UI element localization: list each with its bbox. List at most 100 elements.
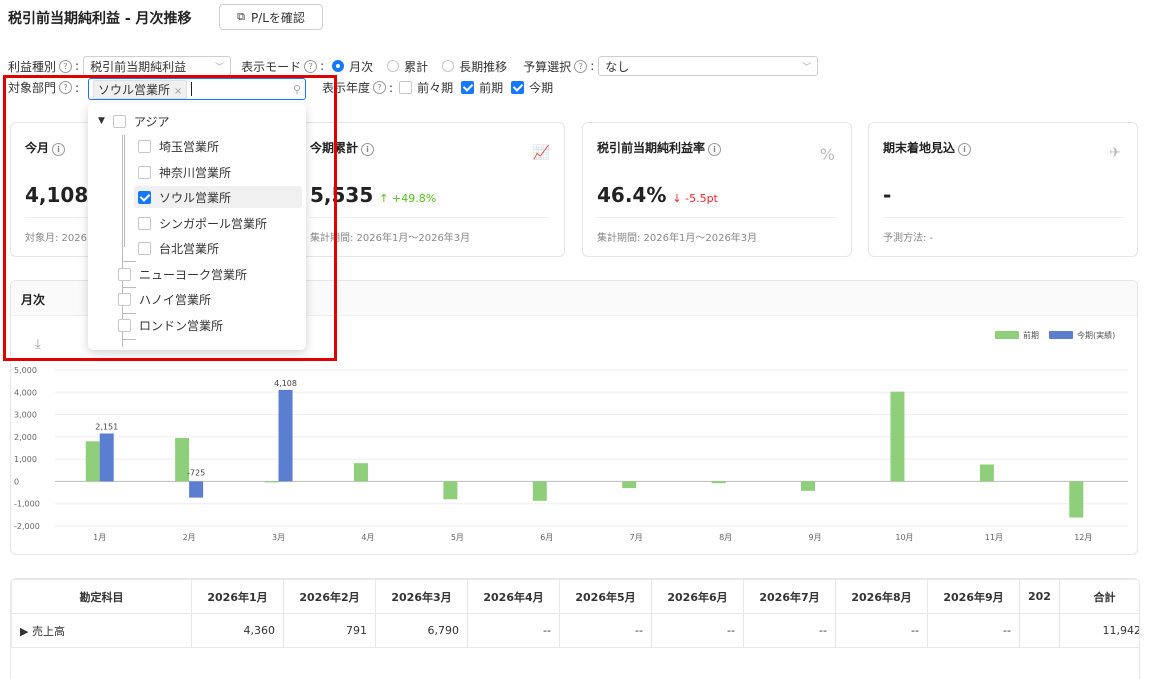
column-header: 2026年1月	[191, 579, 284, 614]
x-tick-label: 5月	[451, 533, 464, 542]
column-header: 202	[1019, 579, 1060, 614]
table-cell: --	[927, 613, 1020, 648]
mode-option-cumulative[interactable]: 累計	[404, 58, 428, 75]
landing-icon: ✈	[1109, 145, 1121, 161]
info-icon[interactable]: i	[361, 143, 375, 156]
card-title: 税引前当期純利益率	[597, 141, 706, 155]
column-header: 合計	[1058, 579, 1139, 614]
year-option-prev2[interactable]: 前々期	[417, 79, 453, 96]
table-cell: 791	[283, 613, 376, 648]
table-cell: --	[835, 613, 928, 648]
pl-button-label: P/Lを確認	[250, 10, 305, 25]
filter-row-1: 利益種別 ?: 税引前当期純利益 ﹀ 表示モード ?: 月次 累計 長期推移 予…	[8, 56, 819, 76]
x-tick-label: 4月	[361, 533, 374, 542]
year-checkbox-current[interactable]	[511, 81, 525, 94]
data-label: -725	[187, 468, 205, 477]
help-icon[interactable]: ?	[373, 81, 387, 94]
table-cell: 11,942	[1058, 613, 1139, 648]
column-header: 2026年6月	[651, 579, 744, 614]
mode-radio-monthly[interactable]	[332, 60, 345, 72]
y-tick-label: 0	[14, 477, 19, 486]
bar-curr	[99, 433, 114, 482]
bar-curr	[278, 389, 293, 482]
mode-radio-longterm[interactable]	[442, 60, 455, 72]
delta-badge: ↑ +49.8%	[379, 192, 437, 205]
bar-prev	[85, 441, 100, 482]
profit-type-select[interactable]: 税引前当期純利益 ﹀	[83, 56, 232, 76]
x-tick-label: 2月	[183, 533, 196, 542]
y-tick-label: 2,000	[14, 433, 37, 442]
x-tick-label: 6月	[540, 533, 553, 542]
legend-label-curr: 今期(実績)	[1077, 330, 1115, 340]
bar-prev	[890, 391, 905, 482]
chevron-down-icon: ﹀	[215, 62, 225, 73]
external-link-icon: ⧉	[237, 10, 245, 23]
profit-type-value: 税引前当期純利益	[90, 59, 187, 74]
year-option-prev[interactable]: 前期	[479, 79, 503, 96]
bar-prev	[353, 463, 368, 482]
year-checkbox-prev[interactable]	[461, 81, 475, 94]
y-tick-label: 5,000	[14, 366, 37, 375]
x-tick-label: 9月	[808, 533, 821, 542]
pl-button[interactable]: ⧉ P/Lを確認	[219, 4, 323, 30]
budget-select[interactable]: なし ﹀	[598, 56, 819, 76]
table-cell	[1019, 613, 1060, 648]
year-checkbox-prev2[interactable]	[399, 81, 413, 94]
mode-option-monthly[interactable]: 月次	[349, 58, 373, 75]
help-icon[interactable]: ?	[304, 59, 318, 73]
divider	[310, 217, 550, 218]
column-header-account: 勘定科目	[11, 579, 192, 614]
y-tick-label: 1,000	[14, 455, 37, 464]
bar-prev	[622, 481, 637, 489]
x-tick-label: 8月	[719, 533, 732, 542]
column-header: 2026年4月	[467, 579, 560, 614]
info-icon[interactable]: i	[708, 143, 722, 156]
display-mode-label: 表示モード	[241, 59, 302, 74]
data-table: 勘定科目 2026年1月 2026年2月 2026年3月 2026年4月 2026年5月 2…	[11, 579, 1139, 648]
bar-prev	[532, 481, 547, 501]
x-tick-label: 3月	[272, 533, 285, 542]
chart-icon: 📈	[532, 145, 550, 161]
kpi-card-forecast: 期末着地見込 i ✈ - 予測方法: -	[868, 122, 1138, 257]
bar-prev	[979, 464, 994, 482]
card-value: 46.4%	[597, 183, 667, 207]
table-cell: --	[651, 613, 744, 648]
highlight-box	[3, 75, 337, 361]
chevron-down-icon: ﹀	[802, 62, 812, 73]
mode-radio-cumulative[interactable]	[387, 60, 400, 72]
legend-label-prev: 前期	[1023, 330, 1039, 340]
row-label[interactable]: ▶ 売上高	[11, 613, 192, 648]
card-footer: 予測方法: -	[883, 233, 934, 244]
year-option-current[interactable]: 今期	[529, 79, 553, 96]
delta-badge: ↓ -5.5pt	[672, 192, 718, 205]
year-filter: 表示年度 ?: 前々期 前期 今期	[322, 79, 554, 96]
table-cell: 4,360	[191, 613, 284, 648]
y-tick-label: -2,000	[14, 522, 40, 531]
info-icon[interactable]: i	[958, 143, 972, 156]
data-label: 4,108	[274, 379, 297, 388]
column-header: 2026年7月	[743, 579, 836, 614]
help-icon[interactable]: ?	[574, 59, 588, 73]
legend-swatch-curr	[1049, 331, 1073, 339]
x-tick-label: 7月	[630, 533, 643, 542]
x-tick-label: 1月	[93, 533, 106, 542]
divider	[597, 217, 837, 218]
help-icon[interactable]: ?	[59, 59, 73, 73]
column-header: 2026年5月	[559, 579, 652, 614]
bar-prev	[801, 481, 816, 491]
table-cell: 6,790	[375, 613, 468, 648]
column-header: 2026年3月	[375, 579, 468, 614]
card-title: 期末着地見込	[883, 141, 956, 155]
y-tick-label: 3,000	[14, 411, 37, 420]
bar-prev	[1069, 481, 1084, 518]
legend-swatch-prev	[995, 331, 1019, 339]
mode-option-longterm[interactable]: 長期推移	[459, 58, 507, 75]
divider	[883, 217, 1123, 218]
table-row[interactable]: ▶ 売上高 4,360 791 6,790 -- -- -- -- -- -- 11,942	[11, 613, 1139, 648]
y-tick-label: -1,000	[14, 500, 40, 509]
data-label: 2,151	[95, 422, 118, 431]
bar-prev	[264, 481, 279, 483]
column-header: 2026年8月	[835, 579, 928, 614]
table-cell: --	[743, 613, 836, 648]
page-title: 税引前当期純利益 - 月次推移	[8, 11, 192, 27]
